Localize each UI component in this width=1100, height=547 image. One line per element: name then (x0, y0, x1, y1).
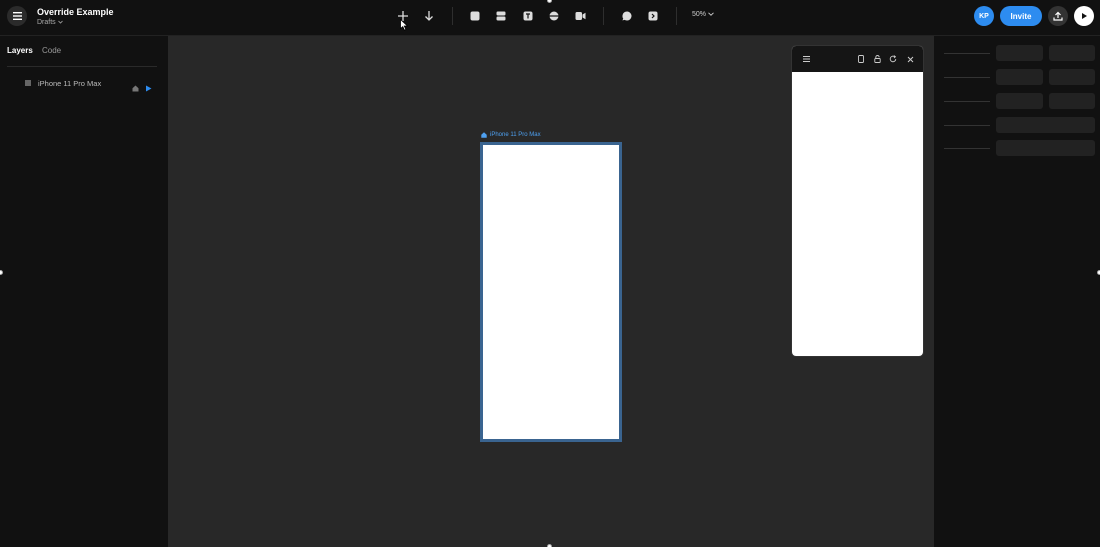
project-location-label: Drafts (37, 19, 56, 26)
home-icon (481, 132, 487, 138)
publish-icon (1053, 11, 1063, 21)
component-tool[interactable] (547, 9, 561, 23)
mouse-cursor-icon (400, 19, 409, 31)
app-window: Override Example Drafts 50% KP Invite La… (0, 0, 1100, 547)
property-field[interactable] (1049, 93, 1095, 109)
code-icon (648, 11, 658, 21)
project-location[interactable]: Drafts (37, 19, 63, 26)
arrow-down-icon (425, 11, 433, 21)
toolbar-divider (603, 7, 604, 25)
menu-icon (802, 56, 810, 62)
property-field[interactable] (996, 93, 1043, 109)
frame-label[interactable]: iPhone 11 Pro Max (481, 132, 541, 138)
stack-tool[interactable] (494, 9, 508, 23)
layer-row[interactable]: iPhone 11 Pro Max (0, 76, 168, 92)
frame-label-text: iPhone 11 Pro Max (490, 132, 541, 138)
property-field[interactable] (996, 117, 1095, 133)
chevron-down-icon (57, 20, 63, 24)
zoom-control[interactable]: 50% (692, 11, 714, 18)
property-field[interactable] (1049, 45, 1095, 61)
property-field[interactable] (996, 69, 1043, 85)
chevron-down-icon (708, 12, 714, 16)
play-icon[interactable] (145, 79, 152, 97)
video-tool[interactable] (573, 9, 587, 23)
text-icon (523, 11, 533, 21)
property-label-placeholder (944, 101, 990, 102)
comment-icon (622, 11, 632, 21)
close-icon (907, 56, 913, 62)
iphone-frame[interactable] (480, 142, 622, 442)
frame-icon (470, 11, 480, 21)
property-field[interactable] (996, 140, 1095, 156)
layer-name: iPhone 11 Pro Max (38, 79, 102, 88)
frame-tool[interactable] (468, 9, 482, 23)
video-icon (575, 12, 585, 20)
tab-code[interactable]: Code (42, 46, 61, 55)
avatar[interactable]: KP (974, 6, 994, 26)
text-tool[interactable] (521, 9, 535, 23)
tab-layers[interactable]: Layers (7, 46, 33, 55)
canvas[interactable]: iPhone 11 Pro Max (168, 36, 934, 547)
device-icon (858, 55, 864, 63)
import-button[interactable] (422, 9, 436, 23)
refresh-button[interactable] (888, 54, 898, 64)
preview-toolbar (792, 46, 923, 72)
top-toolbar: Override Example Drafts 50% KP Invite (0, 0, 1100, 36)
property-field[interactable] (996, 45, 1043, 61)
play-icon (1082, 13, 1087, 19)
property-field[interactable] (1049, 69, 1095, 85)
toolbar-divider (676, 7, 677, 25)
zoom-level: 50% (692, 11, 707, 18)
project-title[interactable]: Override Example (37, 7, 114, 17)
code-tool[interactable] (646, 9, 660, 23)
property-label-placeholder (944, 53, 990, 54)
component-icon (549, 11, 559, 21)
toolbar-divider (452, 7, 453, 25)
home-icon[interactable] (132, 79, 139, 97)
stack-icon (496, 11, 506, 21)
device-button[interactable] (856, 54, 866, 64)
properties-panel (934, 36, 1100, 547)
lock-button[interactable] (872, 54, 882, 64)
panel-divider (7, 66, 157, 67)
refresh-icon (889, 55, 897, 63)
menu-button[interactable] (7, 6, 27, 26)
comment-tool[interactable] (620, 9, 634, 23)
invite-button[interactable]: Invite (1000, 6, 1042, 26)
property-label-placeholder (944, 125, 990, 126)
preview-window[interactable] (791, 45, 924, 357)
property-label-placeholder (944, 148, 990, 149)
frame-layer-icon (25, 80, 31, 86)
close-button[interactable] (905, 54, 915, 64)
lock-icon (873, 55, 881, 63)
menu-icon (12, 12, 22, 20)
layers-panel: Layers Code iPhone 11 Pro Max (0, 36, 168, 547)
property-label-placeholder (944, 77, 990, 78)
publish-button[interactable] (1048, 6, 1068, 26)
preview-play-button[interactable] (1074, 6, 1094, 26)
preview-menu-button[interactable] (801, 54, 811, 64)
